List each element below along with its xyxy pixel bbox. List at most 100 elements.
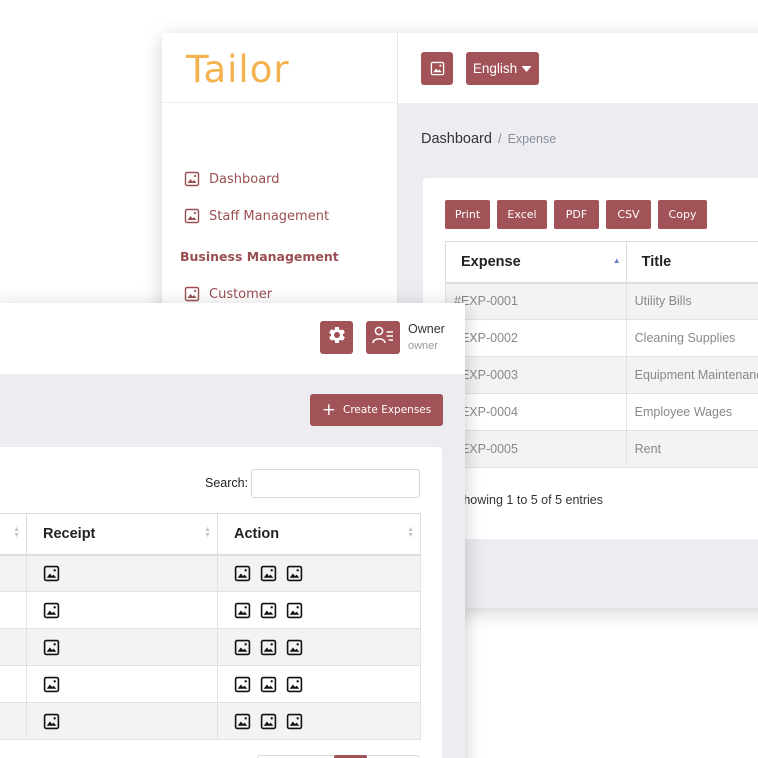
edit-action-icon[interactable] [260, 712, 277, 729]
table-row [0, 591, 421, 629]
expense-list-card: Search: ▲ ▼ Receipt ▲ ▼ Action ▲ ▼ [0, 447, 442, 758]
delete-action-icon[interactable] [286, 712, 303, 729]
pdf-button[interactable]: PDF [554, 200, 599, 229]
user-menu-button[interactable] [366, 321, 400, 354]
receipt-cell [26, 665, 218, 703]
table-row [0, 554, 421, 592]
receipt-cell [26, 628, 218, 666]
language-dropdown[interactable]: English [466, 52, 539, 85]
expense-id-cell: #EXP-0004 [445, 393, 627, 431]
chevron-down-icon [521, 61, 532, 76]
table-row: #EXP-0003 Equipment Maintenance [445, 356, 758, 394]
csv-button[interactable]: CSV [606, 200, 651, 229]
expense-id-cell: #EXP-0005 [445, 430, 627, 468]
sidebar-item-label: Customer [209, 286, 273, 302]
sidebar-item-customer[interactable]: Customer [184, 286, 272, 302]
partial-cell [0, 554, 27, 592]
receipt-image-icon[interactable] [43, 712, 60, 729]
column-header-title[interactable]: Title [625, 241, 758, 284]
view-action-icon[interactable] [234, 638, 251, 655]
delete-action-icon[interactable] [286, 638, 303, 655]
title-cell: Cleaning Supplies [625, 319, 758, 357]
action-cell [217, 554, 421, 592]
action-cell [217, 628, 421, 666]
search-label: Search: [205, 476, 249, 490]
partial-cell [0, 702, 27, 740]
column-header-label: Receipt [43, 525, 96, 542]
table-header-row: Expense ▲ Title [445, 241, 758, 284]
logo[interactable]: Tailor [186, 47, 290, 91]
sidebar-item-staff-management[interactable]: Staff Management [184, 208, 329, 224]
action-icons [234, 675, 420, 692]
sidebar-toggle-button[interactable] [421, 52, 453, 85]
edit-action-icon[interactable] [260, 565, 277, 582]
export-buttons: Print Excel PDF CSV Copy [445, 200, 707, 229]
create-expenses-button[interactable]: + Create Expenses [310, 394, 443, 426]
expense-id-cell: #EXP-0001 [445, 282, 627, 320]
edit-action-icon[interactable] [260, 601, 277, 618]
column-header-expense[interactable]: Expense ▲ [445, 241, 627, 284]
sidebar-item-dashboard[interactable]: Dashboard [184, 171, 280, 187]
plus-icon: + [321, 399, 336, 420]
table-row [0, 628, 421, 666]
logo-divider [162, 102, 398, 103]
breadcrumb-root[interactable]: Dashboard [421, 131, 492, 147]
delete-action-icon[interactable] [286, 675, 303, 692]
screenshot-stage: Tailor Dashboard Staff Management Busine… [0, 0, 758, 758]
edit-action-icon[interactable] [260, 638, 277, 655]
receipt-image-icon[interactable] [43, 601, 60, 618]
title-cell: Utility Bills [625, 282, 758, 320]
partial-cell [0, 665, 27, 703]
search-input[interactable] [251, 469, 420, 498]
receipt-image-icon[interactable] [43, 565, 60, 581]
table-row: #EXP-0002 Cleaning Supplies [445, 319, 758, 357]
table-row: #EXP-0004 Employee Wages [445, 393, 758, 431]
column-header-partial[interactable]: ▲ ▼ [0, 513, 27, 556]
logo-text: Tailor [186, 47, 290, 91]
print-button[interactable]: Print [445, 200, 490, 229]
table-info: Showing 1 to 5 of 5 entries [455, 493, 604, 507]
receipt-image-icon[interactable] [43, 638, 60, 655]
action-cell [217, 665, 421, 703]
table-row [0, 702, 421, 740]
image-icon [184, 171, 200, 187]
action-icons [234, 601, 420, 618]
delete-action-icon[interactable] [286, 601, 303, 618]
sort-icon: ▲ ▼ [407, 526, 414, 539]
view-action-icon[interactable] [234, 675, 251, 692]
title-cell: Employee Wages [625, 393, 758, 431]
receipt-cell [26, 554, 218, 592]
view-action-icon[interactable] [234, 601, 251, 618]
create-button-label: Create Expenses [342, 404, 432, 416]
table-header-row: ▲ ▼ Receipt ▲ ▼ Action ▲ ▼ [0, 513, 421, 556]
action-cell [217, 591, 421, 629]
user-name: Owner [408, 322, 445, 336]
receipt-cell [26, 591, 218, 629]
delete-action-icon[interactable] [286, 565, 303, 582]
image-icon [184, 208, 200, 224]
partial-cell [0, 591, 27, 629]
copy-button[interactable]: Copy [658, 200, 707, 229]
sort-ascending-icon: ▲ [612, 256, 621, 265]
topbar: Owner owner [0, 303, 465, 374]
view-action-icon[interactable] [234, 565, 251, 582]
excel-button[interactable]: Excel [497, 200, 547, 229]
column-header-label: Title [641, 253, 672, 270]
gear-icon [327, 325, 347, 350]
column-header-action[interactable]: Action ▲ ▼ [217, 513, 421, 556]
sidebar-section-heading: Business Management [180, 249, 339, 264]
expense-id-cell: #EXP-0002 [445, 319, 627, 357]
expense-id-cell: #EXP-0003 [445, 356, 627, 394]
expense-table: Expense ▲ Title #EXP-0001 Utility Bills #E… [445, 241, 758, 468]
sidebar-item-label: Staff Management [209, 208, 330, 224]
receipt-cell [26, 702, 218, 740]
language-label: English [472, 61, 518, 76]
column-header-receipt[interactable]: Receipt ▲ ▼ [26, 513, 218, 556]
settings-button[interactable] [320, 321, 353, 354]
view-action-icon[interactable] [234, 712, 251, 729]
edit-action-icon[interactable] [260, 675, 277, 692]
title-cell: Equipment Maintenance [625, 356, 758, 394]
user-role: owner [408, 340, 438, 352]
column-header-label: Action [234, 525, 280, 542]
receipt-image-icon[interactable] [43, 675, 60, 692]
